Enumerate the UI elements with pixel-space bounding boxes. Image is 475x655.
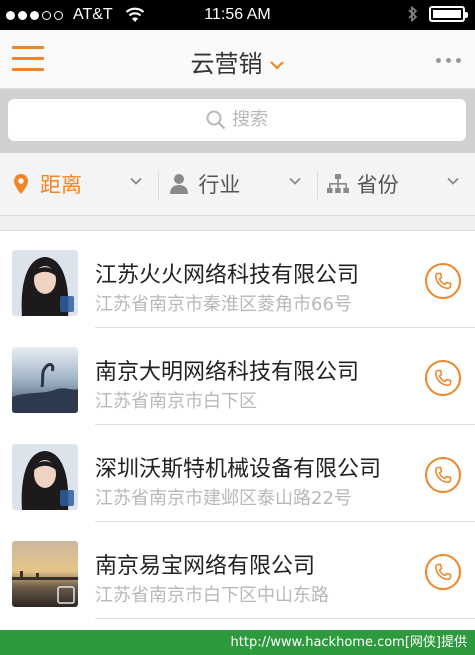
filter-province[interactable]: 省份 xyxy=(316,153,475,215)
status-bar: AT&T 11:56 AM xyxy=(0,0,475,30)
search-input[interactable]: 搜索 xyxy=(8,99,466,141)
hierarchy-icon xyxy=(326,172,349,196)
list-item[interactable]: 南京易宝网络有限公司 江苏省南京市白下区中山东路 xyxy=(0,522,475,619)
phone-icon[interactable] xyxy=(425,457,461,493)
battery-icon xyxy=(429,6,468,22)
chevron-down-icon xyxy=(269,61,284,70)
chevron-down-icon xyxy=(130,177,142,185)
title-dropdown[interactable]: 云营销 xyxy=(0,44,475,79)
filter-industry[interactable]: 行业 xyxy=(158,153,316,215)
filter-distance-label: 距离 xyxy=(40,173,82,197)
list-item[interactable]: 南京大明网络科技有限公司 江苏省南京市白下区 xyxy=(0,328,475,425)
search-placeholder: 搜索 xyxy=(232,109,268,130)
filter-province-label: 省份 xyxy=(356,173,399,197)
company-name: 深圳沃斯特机械设备有限公司 xyxy=(95,457,382,482)
filter-industry-label: 行业 xyxy=(198,173,241,197)
phone-icon[interactable] xyxy=(425,360,461,396)
avatar xyxy=(12,444,78,510)
phone-icon[interactable] xyxy=(425,263,461,299)
person-icon xyxy=(168,172,190,196)
company-name: 南京大明网络科技有限公司 xyxy=(95,360,360,385)
company-list: 江苏火火网络科技有限公司 江苏省南京市秦淮区菱角市66号 南京大明网络科技有限公… xyxy=(0,230,475,631)
filter-bar: 距离 行业 省份 xyxy=(0,153,475,216)
avatar xyxy=(12,250,78,316)
avatar xyxy=(12,541,78,607)
company-address: 江苏省南京市白下区中山东路 xyxy=(95,585,329,606)
company-address: 江苏省南京市秦淮区菱角市66号 xyxy=(95,294,352,315)
row-divider xyxy=(95,618,475,619)
search-icon xyxy=(206,110,226,130)
company-address: 江苏省南京市建邺区泰山路22号 xyxy=(95,488,352,509)
list-item[interactable]: 深圳沃斯特机械设备有限公司 江苏省南京市建邺区泰山路22号 xyxy=(0,425,475,522)
location-pin-icon xyxy=(10,172,32,196)
chevron-down-icon xyxy=(289,177,301,185)
watermark-text: http://www.hackhome.com[网侠]提供 xyxy=(230,635,467,650)
filter-distance[interactable]: 距离 xyxy=(0,153,158,215)
bluetooth-icon xyxy=(408,5,418,23)
avatar xyxy=(12,347,78,413)
battery-level xyxy=(433,10,461,18)
phone-icon[interactable] xyxy=(425,554,461,590)
status-time: 11:56 AM xyxy=(204,6,271,23)
company-address: 江苏省南京市白下区 xyxy=(95,391,257,412)
page-title: 云营销 xyxy=(190,50,263,78)
search-bar: 搜索 xyxy=(0,89,475,153)
company-name: 江苏火火网络科技有限公司 xyxy=(95,263,360,288)
watermark-footer: http://www.hackhome.com[网侠]提供 xyxy=(0,630,475,655)
company-name: 南京易宝网络有限公司 xyxy=(95,554,316,579)
navigation-bar: 云营销 xyxy=(0,30,475,89)
list-item[interactable]: 江苏火火网络科技有限公司 江苏省南京市秦淮区菱角市66号 xyxy=(0,231,475,328)
chevron-down-icon xyxy=(447,177,459,185)
more-options-icon[interactable] xyxy=(436,58,461,63)
